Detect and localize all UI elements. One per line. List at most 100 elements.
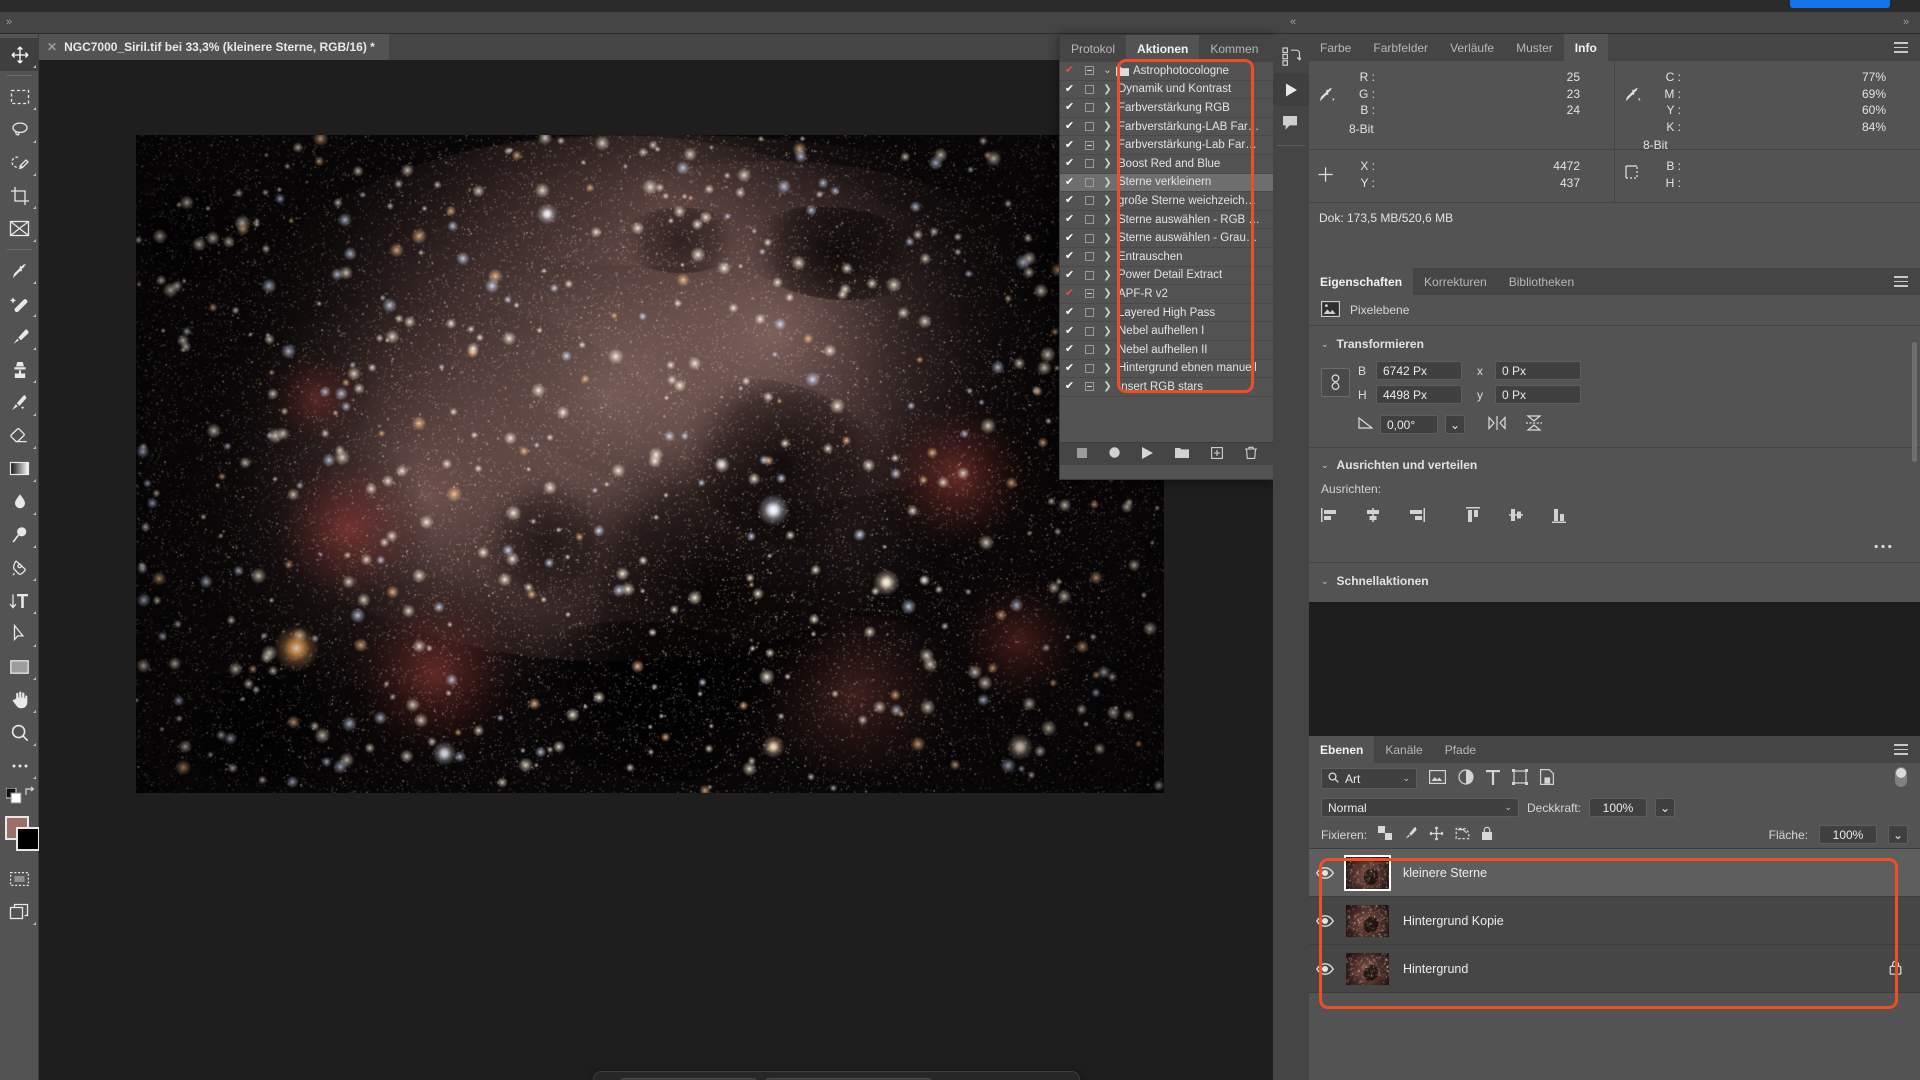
- twirl-right-icon[interactable]: ❯: [1099, 270, 1116, 281]
- path-selection-tool[interactable]: [0, 617, 39, 650]
- action-toggle-icon[interactable]: ✔: [1060, 270, 1079, 281]
- align-bottom-icon[interactable]: [1551, 507, 1569, 526]
- tab-protokoll[interactable]: Protokol: [1060, 35, 1126, 62]
- shape-tool[interactable]: [0, 650, 39, 683]
- tab-kanaele[interactable]: Kanäle: [1374, 736, 1433, 763]
- action-dialog-toggle-icon[interactable]: [1079, 364, 1099, 373]
- tab-eigenschaften[interactable]: Eigenschaften: [1309, 268, 1413, 295]
- type-tool[interactable]: [0, 584, 39, 617]
- tab-info[interactable]: Info: [1564, 34, 1608, 61]
- filter-smart-object-icon[interactable]: [1540, 769, 1554, 788]
- twirl-right-icon[interactable]: ❯: [1099, 307, 1116, 318]
- tab-verlaeufe[interactable]: Verläufe: [1439, 34, 1505, 61]
- tab-korrekturen[interactable]: Korrekturen: [1413, 268, 1498, 295]
- filter-toggle-icon[interactable]: [1894, 766, 1908, 791]
- rail-play-button[interactable]: [1273, 73, 1309, 106]
- transform-height-field[interactable]: 4498 Px: [1376, 385, 1462, 404]
- properties-panel[interactable]: Eigenschaften Korrekturen Bibliotheken P…: [1309, 268, 1920, 602]
- pen-tool[interactable]: [0, 551, 39, 584]
- align-section-header[interactable]: ⌄ Ausrichten und verteilen: [1321, 458, 1920, 472]
- action-dialog-toggle-icon[interactable]: [1079, 141, 1099, 150]
- layer-row[interactable]: Hintergrund Kopie: [1309, 897, 1920, 945]
- chevron-down-icon[interactable]: ⌄: [1402, 773, 1410, 784]
- action-row[interactable]: ✔ ❯ Insert RGB stars: [1060, 378, 1273, 397]
- action-dialog-toggle-icon[interactable]: [1079, 308, 1099, 317]
- stop-button[interactable]: [1077, 447, 1087, 461]
- lock-all-icon[interactable]: [1481, 826, 1493, 844]
- action-toggle-icon[interactable]: ✔: [1060, 177, 1079, 188]
- plus-box-icon[interactable]: [1211, 447, 1223, 462]
- action-row[interactable]: ✔ ❯ Nebel aufhellen I: [1060, 322, 1273, 341]
- action-row[interactable]: ✔ ❯ Dynamik und Kontrast: [1060, 81, 1273, 100]
- tab-muster[interactable]: Muster: [1505, 34, 1564, 61]
- collapse-right-dock-icon[interactable]: «: [1290, 16, 1296, 28]
- action-row[interactable]: ✔ ❯ Nebel aufhellen II: [1060, 341, 1273, 360]
- tab-pfade[interactable]: Pfade: [1434, 736, 1487, 763]
- action-dialog-toggle-icon[interactable]: [1079, 252, 1099, 261]
- action-row[interactable]: ✔ ❯ große Sterne weichzeich…: [1060, 192, 1273, 211]
- twirl-right-icon[interactable]: ❯: [1099, 233, 1116, 244]
- background-color-swatch[interactable]: [16, 827, 40, 851]
- transform-x-field[interactable]: 0 Px: [1495, 361, 1581, 380]
- collapse-left-icon[interactable]: »: [6, 16, 12, 28]
- tab-aktionen[interactable]: Aktionen: [1126, 35, 1199, 62]
- action-dialog-toggle-icon[interactable]: [1079, 271, 1099, 280]
- align-vertical-center-icon[interactable]: [1508, 507, 1526, 526]
- frame-tool[interactable]: [0, 212, 39, 245]
- transform-y-field[interactable]: 0 Px: [1495, 385, 1581, 404]
- panel-menu-icon[interactable]: [1882, 34, 1920, 61]
- action-dialog-toggle-icon[interactable]: [1079, 159, 1099, 168]
- layers-panel[interactable]: Ebenen Kanäle Pfade Art ⌄ Normal ⌄ Deckk…: [1309, 736, 1920, 1080]
- tab-kommentare[interactable]: Kommen: [1199, 35, 1269, 62]
- action-toggle-icon[interactable]: ✔: [1060, 121, 1079, 132]
- share-button[interactable]: [1790, 0, 1890, 8]
- twirl-right-icon[interactable]: ❯: [1099, 177, 1116, 188]
- info-panel[interactable]: Farbe Farbfelder Verläufe Muster Info R …: [1309, 34, 1920, 268]
- action-row[interactable]: ✔ ❯ Hintergrund ebnen manuell: [1060, 360, 1273, 379]
- action-row[interactable]: ✔ ❯ Boost Red and Blue: [1060, 155, 1273, 174]
- properties-scrollbar[interactable]: [1912, 342, 1917, 462]
- lasso-tool[interactable]: [0, 113, 39, 146]
- crop-tool[interactable]: [0, 179, 39, 212]
- twirl-right-icon[interactable]: ❯: [1099, 140, 1116, 151]
- action-row[interactable]: ✔ ❯ Entrauschen: [1060, 248, 1273, 267]
- align-right-icon[interactable]: [1407, 507, 1425, 526]
- action-row[interactable]: ✔ ❯ Farbverstärkung RGB: [1060, 99, 1273, 118]
- action-dialog-toggle-icon[interactable]: [1079, 103, 1099, 112]
- chevron-down-icon[interactable]: ⌄: [1445, 415, 1465, 434]
- opacity-field[interactable]: 100%: [1589, 798, 1647, 817]
- zoom-tool[interactable]: [0, 716, 39, 749]
- action-dialog-toggle-icon[interactable]: [1079, 382, 1099, 391]
- twirl-right-icon[interactable]: ❯: [1099, 363, 1116, 374]
- action-row[interactable]: ✔ ❯ Farbverstärkung-Lab Far…: [1060, 136, 1273, 155]
- action-toggle-icon[interactable]: ✔: [1060, 84, 1079, 95]
- action-row[interactable]: ✔ ⌄ Astrophotocologne: [1060, 62, 1273, 81]
- action-toggle-icon[interactable]: ✔: [1060, 288, 1079, 299]
- layer-thumbnail[interactable]: [1346, 905, 1389, 937]
- eye-icon[interactable]: [1309, 867, 1341, 879]
- contextual-taskbar[interactable]: Motiv auswählen Hintergrund entfernen: [593, 1071, 1080, 1080]
- chevron-down-icon[interactable]: ⌄: [1321, 339, 1329, 350]
- brush-tool[interactable]: [0, 320, 39, 353]
- fill-chevron-down-icon[interactable]: ⌄: [1888, 825, 1908, 844]
- lock-transparency-icon[interactable]: [1378, 826, 1392, 843]
- action-row[interactable]: ✔ ❯ Layered High Pass: [1060, 304, 1273, 323]
- action-dialog-toggle-icon[interactable]: [1079, 345, 1099, 354]
- record-button[interactable]: [1109, 447, 1120, 461]
- transform-width-field[interactable]: 6742 Px: [1376, 361, 1462, 380]
- action-dialog-toggle-icon[interactable]: [1079, 234, 1099, 243]
- layer-row[interactable]: Hintergrund: [1309, 945, 1920, 993]
- twirl-right-icon[interactable]: ❯: [1099, 251, 1116, 262]
- default-colors-icon[interactable]: [6, 788, 22, 807]
- action-dialog-toggle-icon[interactable]: [1079, 196, 1099, 205]
- twirl-right-icon[interactable]: ❯: [1099, 195, 1116, 206]
- action-row[interactable]: ✔ ❯ Sterne auswählen - Grau…: [1060, 229, 1273, 248]
- document-tab[interactable]: ✕ NGC7000_Siril.tif bei 33,3% (kleinere …: [39, 34, 389, 60]
- link-aspect-ratio-icon[interactable]: [1321, 368, 1350, 397]
- screen-mode-button[interactable]: [0, 895, 39, 928]
- action-row[interactable]: ✔ ❯ Sterne auswählen - RGB …: [1060, 211, 1273, 230]
- align-left-icon[interactable]: [1321, 507, 1339, 526]
- align-top-icon[interactable]: [1465, 507, 1483, 526]
- panel-menu-icon[interactable]: [1882, 268, 1920, 295]
- play-button[interactable]: [1142, 447, 1153, 462]
